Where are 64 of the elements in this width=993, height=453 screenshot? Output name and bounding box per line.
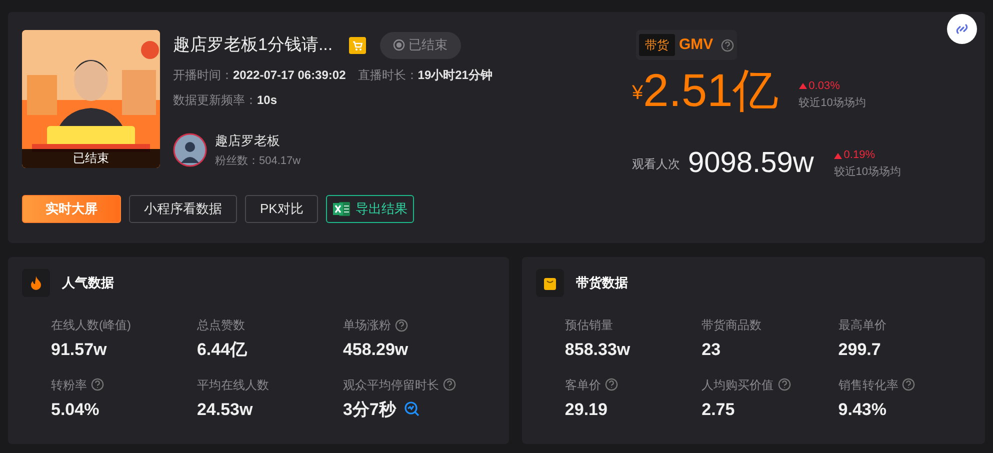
metric-value: 458.29w (342, 339, 408, 361)
flame-icon (30, 276, 42, 290)
metric-value: 6.44亿 (196, 339, 248, 361)
views-label: 观看人次 (632, 156, 680, 173)
metric-value: 9.43% (838, 398, 886, 420)
meta-item: 数据更新频率：10s (173, 92, 278, 109)
metric-value: 2.75 (702, 398, 735, 420)
record-icon (392, 39, 405, 51)
metric-label: 最高单价 (838, 317, 886, 334)
panel-title: 带货数据 (576, 274, 628, 292)
triangle-up-icon (798, 83, 807, 90)
export-button[interactable]: 导出结果 (326, 195, 414, 223)
gmv-value: 2.51亿 (643, 64, 779, 116)
metric-label: 总点赞数 (196, 317, 245, 334)
metric-label: 观众平均停留时长 (342, 376, 439, 394)
help-icon[interactable] (442, 378, 456, 391)
change-up: 0.19% (844, 148, 875, 164)
metric-label: 平均在线人数 (196, 376, 269, 394)
meta-item: 开播时间：2022-07-17 06:39:02 (173, 67, 346, 84)
metric-label: 在线人数(峰值) (51, 317, 131, 334)
help-icon[interactable] (394, 318, 408, 332)
help-icon[interactable] (902, 378, 916, 391)
metric-value: 299.7 (838, 339, 881, 361)
metric-value: 3分7秒 (342, 398, 396, 420)
metric-label: 单场涨粉 (342, 317, 391, 334)
help-icon[interactable] (91, 378, 104, 391)
compare-note: 较近10场场均 (798, 96, 866, 110)
metric-value: 24.53w (196, 398, 253, 420)
change-up: 0.03% (808, 79, 840, 94)
cart-icon (348, 36, 366, 54)
metric-label: 客单价 (564, 376, 601, 394)
currency-symbol: ¥ (632, 81, 644, 106)
live-status-label: 已结束 (22, 149, 160, 168)
metric-value: 5.04% (51, 398, 100, 420)
metric-label: 带货商品数 (702, 317, 762, 334)
author-name: 趣店罗老板 (215, 132, 281, 150)
metric-value: 23 (702, 339, 721, 361)
bag-icon (544, 276, 556, 290)
metric-value: 29.19 (564, 398, 608, 420)
views-value: 9098.59w (688, 146, 814, 181)
metric-value: 91.57w (51, 339, 107, 361)
metric-label: 人均购买价值 (702, 376, 774, 394)
triangle-up-icon (834, 152, 842, 158)
trend-search-icon[interactable] (404, 401, 420, 418)
help-icon[interactable] (778, 378, 791, 391)
help-icon[interactable] (604, 378, 618, 391)
meta-item: 直播时长：19小时21分钟 (358, 67, 492, 84)
metric-label: 转粉率 (51, 376, 87, 394)
compare-note: 较近10场场均 (834, 164, 902, 180)
gmv-label: GMV (679, 34, 714, 55)
panel-title: 人气数据 (62, 274, 114, 292)
spreadsheet-icon (333, 201, 352, 217)
metric-label: 预估销量 (564, 317, 613, 334)
metric-label: 销售转化率 (838, 376, 898, 394)
metric-value: 858.33w (564, 339, 630, 361)
avatar (173, 133, 207, 167)
action-button[interactable]: PK对比 (245, 195, 318, 223)
tag: 带货 (639, 34, 675, 56)
help-icon[interactable] (721, 38, 734, 52)
live-title: 趣店罗老板1分钱请... (173, 34, 333, 56)
status-pill: 已结束 (380, 32, 461, 58)
link-icon[interactable] (947, 14, 977, 44)
action-button[interactable]: 小程序看数据 (129, 195, 237, 223)
fans-count: 粉丝数：504.17w (215, 154, 301, 168)
